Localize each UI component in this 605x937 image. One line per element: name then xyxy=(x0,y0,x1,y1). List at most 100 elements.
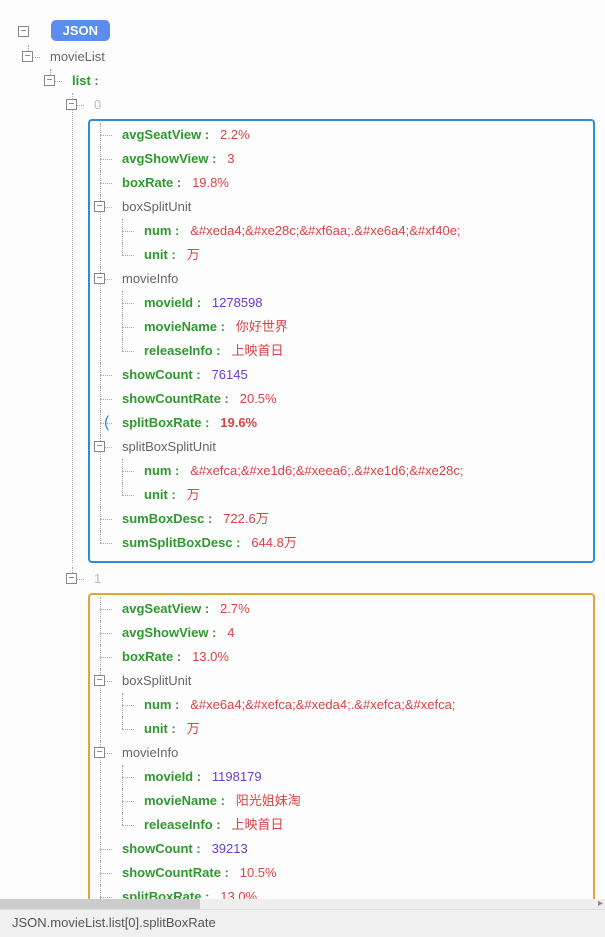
kv-content: num : &#xeda4;&#xe28c;&#xf6aa;.&#xe6a4;&… xyxy=(134,223,461,238)
toggle-group[interactable] xyxy=(94,747,105,758)
kv-row: sumSplitBoxDesc : 644.8万 xyxy=(90,531,593,555)
json-key: movieName : xyxy=(144,793,225,808)
json-key: avgSeatView : xyxy=(122,601,209,616)
json-path: JSON.movieList.list[0].splitBoxRate xyxy=(12,915,216,930)
json-key: movieId : xyxy=(144,769,201,784)
json-key: movieId : xyxy=(144,295,201,310)
group-node: movieInfo movieId : 1278598 movieName : 你好… xyxy=(90,267,593,363)
json-value: 39213 xyxy=(212,841,248,856)
kv-content: unit : 万 xyxy=(134,487,200,502)
json-value: 19.6% xyxy=(220,415,257,430)
toggle-group[interactable] xyxy=(94,675,105,686)
group-label: splitBoxSplitUnit xyxy=(112,439,216,454)
json-value: &#xefca;&#xe1d6;&#xeea6;.&#xe1d6;&#xe28c… xyxy=(190,463,463,478)
group-node: boxSplitUnit num : &#xe6a4;&#xefca;&#xeda… xyxy=(90,669,593,741)
kv-content: showCount : 76145 xyxy=(112,367,248,382)
kv-content: showCountRate : 20.5% xyxy=(112,391,277,406)
json-key: unit : xyxy=(144,247,176,262)
json-key: avgShowView : xyxy=(122,151,216,166)
status-bar: JSON.movieList.list[0].splitBoxRate xyxy=(0,909,605,937)
kv-row: showCount : 39213 xyxy=(90,837,593,861)
kv-content: showCount : 39213 xyxy=(112,841,248,856)
json-key: avgSeatView : xyxy=(122,127,209,142)
horizontal-scrollbar[interactable]: ▸ xyxy=(0,899,605,909)
group-label: boxSplitUnit xyxy=(112,199,191,214)
kv-content: releaseInfo : 上映首日 xyxy=(134,343,283,358)
kv-content: avgShowView : 3 xyxy=(112,151,234,166)
kv-row: releaseInfo : 上映首日 xyxy=(112,813,593,837)
json-key: num : xyxy=(144,697,179,712)
json-key: movieName : xyxy=(144,319,225,334)
kv-content: boxRate : 13.0% xyxy=(112,649,229,664)
group-node: splitBoxSplitUnit num : &#xefca;&#xe1d6;&… xyxy=(90,435,593,507)
toggle-index[interactable] xyxy=(66,99,77,110)
kv-row: movieId : 1198179 xyxy=(112,765,593,789)
scrollbar-thumb[interactable] xyxy=(0,899,200,909)
kv-content: unit : 万 xyxy=(134,721,200,736)
json-key: showCount : xyxy=(122,841,201,856)
json-value: 1198179 xyxy=(212,769,262,784)
group-label: boxSplitUnit xyxy=(112,673,191,688)
array-index: 1 xyxy=(84,571,101,586)
toggle-group[interactable] xyxy=(94,273,105,284)
json-value: 万 xyxy=(187,247,200,262)
json-key: sumBoxDesc : xyxy=(122,511,212,526)
kv-row: movieName : 你好世界 xyxy=(112,315,593,339)
node-list: list : 0avgSeatView : 2.2%avgShowView : … xyxy=(40,69,595,900)
kv-content: num : &#xefca;&#xe1d6;&#xeea6;.&#xe1d6;&… xyxy=(134,463,463,478)
kv-content: sumBoxDesc : 722.6万 xyxy=(112,511,269,526)
toggle-group[interactable] xyxy=(94,441,105,452)
kv-content: unit : 万 xyxy=(134,247,200,262)
kv-row: unit : 万 xyxy=(112,243,593,267)
kv-content: sumSplitBoxDesc : 644.8万 xyxy=(112,535,297,550)
json-key: num : xyxy=(144,463,179,478)
json-value: &#xe6a4;&#xefca;&#xeda4;.&#xefca;&#xefca… xyxy=(190,697,455,712)
json-value: 76145 xyxy=(212,367,248,382)
json-value: 10.5% xyxy=(240,865,277,880)
kv-row: num : &#xefca;&#xe1d6;&#xeea6;.&#xe1d6;&… xyxy=(112,459,593,483)
toggle-group[interactable] xyxy=(94,201,105,212)
json-value: 2.7% xyxy=(220,601,250,616)
toggle-movieList[interactable] xyxy=(22,51,33,62)
json-key: boxRate : xyxy=(122,175,181,190)
kv-row: avgSeatView : 2.2% xyxy=(90,123,593,147)
kv-row: releaseInfo : 上映首日 xyxy=(112,339,593,363)
scroll-right-arrow[interactable]: ▸ xyxy=(598,898,603,909)
kv-content: movieId : 1278598 xyxy=(134,295,263,310)
kv-row: num : &#xeda4;&#xe28c;&#xf6aa;.&#xe6a4;&… xyxy=(112,219,593,243)
toggle-index[interactable] xyxy=(66,573,77,584)
group-label: movieInfo xyxy=(112,271,178,286)
group-node: movieInfomovieId : 1198179movieName : 阳光… xyxy=(90,741,593,837)
kv-content: splitBoxRate : 19.6% xyxy=(112,415,257,430)
kv-content: movieName : 你好世界 xyxy=(134,319,288,334)
selected-node-box: avgSeatView : 2.2% avgShowView : 3 boxRate… xyxy=(88,119,595,563)
json-value: 19.8% xyxy=(192,175,229,190)
kv-content: avgSeatView : 2.2% xyxy=(112,127,250,142)
json-key: releaseInfo : xyxy=(144,343,221,358)
kv-content: showCountRate : 10.5% xyxy=(112,865,277,880)
kv-row: movieId : 1278598 xyxy=(112,291,593,315)
kv-content: releaseInfo : 上映首日 xyxy=(134,817,283,832)
kv-content: boxRate : 19.8% xyxy=(112,175,229,190)
json-key: num : xyxy=(144,223,179,238)
root-row: JSON xyxy=(18,20,595,45)
json-key: avgShowView : xyxy=(122,625,216,640)
json-badge: JSON xyxy=(51,20,110,41)
toggle-root[interactable] xyxy=(18,26,29,37)
kv-content: movieId : 1198179 xyxy=(134,769,262,784)
json-value: &#xeda4;&#xe28c;&#xf6aa;.&#xe6a4;&#xf40e… xyxy=(190,223,460,238)
json-value: 1278598 xyxy=(212,295,263,310)
kv-row: avgShowView : 3 xyxy=(90,147,593,171)
kv-row: boxRate : 13.0% xyxy=(90,645,593,669)
json-value: 4 xyxy=(227,625,234,640)
toggle-list[interactable] xyxy=(44,75,55,86)
json-value: 3 xyxy=(227,151,234,166)
kv-row: unit : 万 xyxy=(112,483,593,507)
json-value: 644.8万 xyxy=(251,535,297,550)
kv-row: showCount : 76145 xyxy=(90,363,593,387)
json-key: splitBoxRate : xyxy=(122,415,209,430)
label-list: list : xyxy=(62,73,99,88)
json-key: showCount : xyxy=(122,367,201,382)
json-value: 722.6万 xyxy=(223,511,269,526)
kv-row: showCountRate : 20.5% xyxy=(90,387,593,411)
